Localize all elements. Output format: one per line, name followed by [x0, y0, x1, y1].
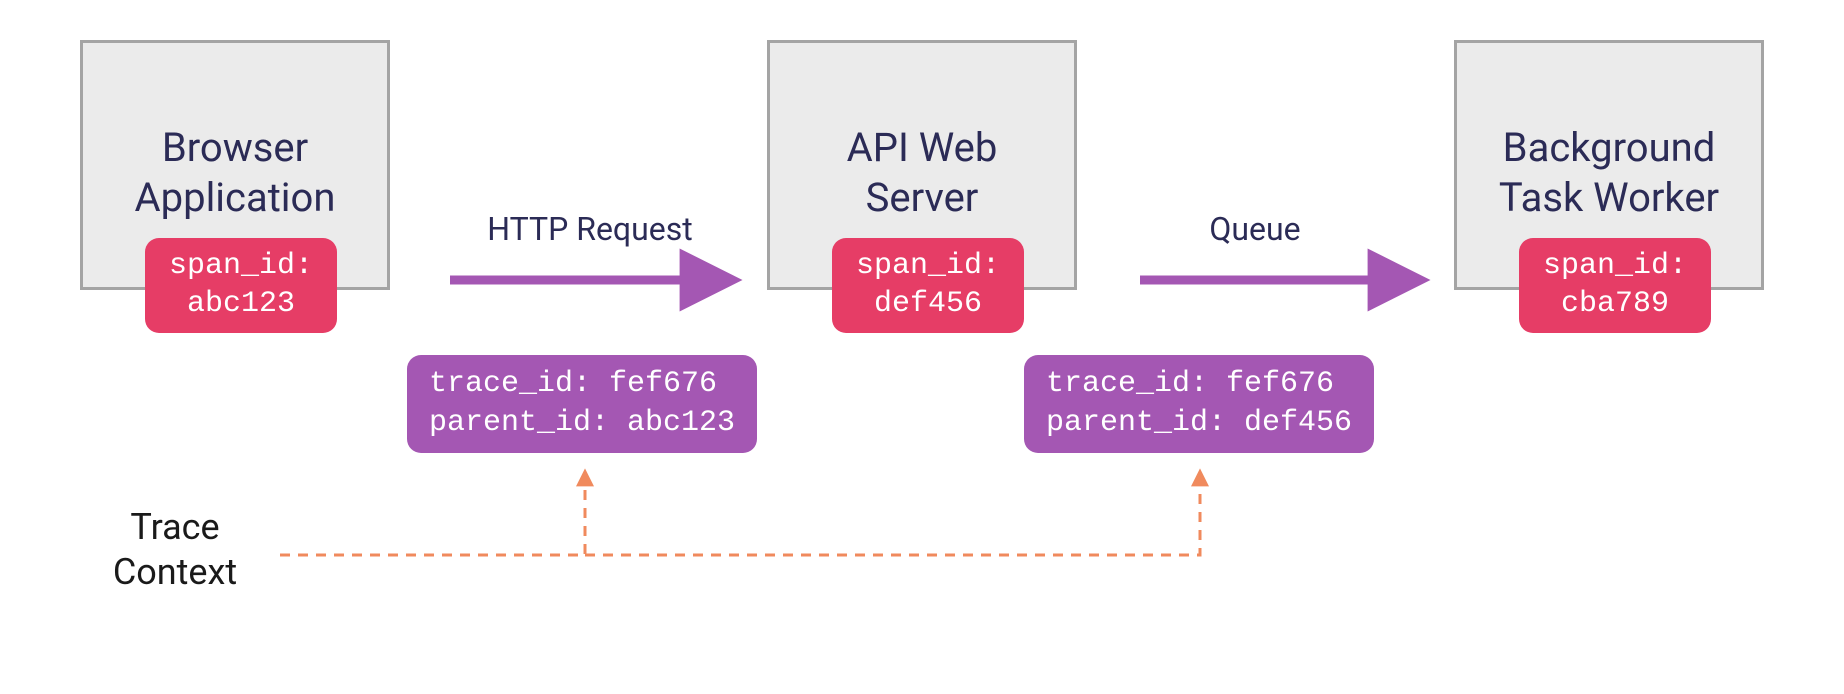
span-badge-worker: span_id:cba789: [1519, 238, 1711, 333]
trace-context-label: TraceContext: [75, 505, 275, 595]
node-browser-title: BrowserApplication: [83, 123, 387, 223]
context-badge-2: trace_id: fef676parent_id: def456: [1024, 355, 1374, 453]
node-api-title: API WebServer: [770, 123, 1074, 223]
context-badge-1: trace_id: fef676parent_id: abc123: [407, 355, 757, 453]
arrow-label-queue: Queue: [1185, 210, 1325, 248]
node-worker-title: BackgroundTask Worker: [1457, 123, 1761, 223]
arrow-label-http: HTTP Request: [460, 210, 720, 248]
span-badge-api: span_id:def456: [832, 238, 1024, 333]
span-badge-browser: span_id:abc123: [145, 238, 337, 333]
